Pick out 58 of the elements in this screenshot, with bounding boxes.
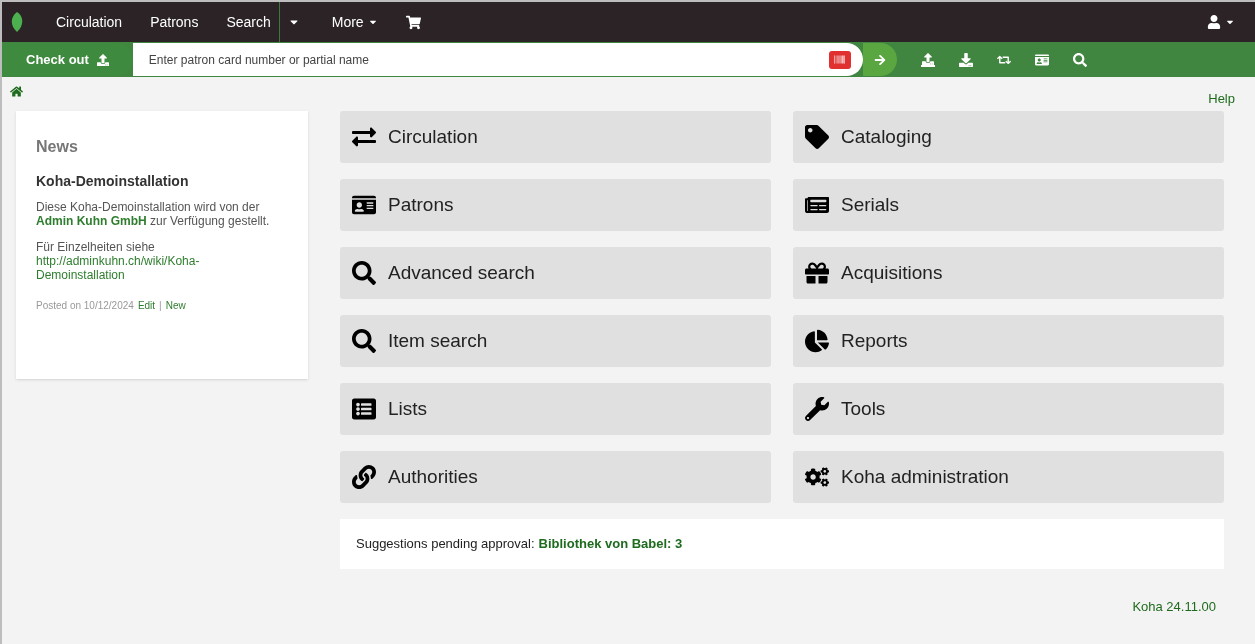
arrows-icon	[352, 125, 376, 149]
wrench-icon	[805, 397, 829, 421]
module-button[interactable]: Authorities	[340, 451, 771, 503]
edit-link[interactable]: Edit	[137, 298, 156, 313]
module-button[interactable]: Reports	[793, 315, 1224, 367]
new-link[interactable]: New	[165, 298, 186, 313]
home-icon[interactable]	[10, 85, 23, 98]
separator: |	[159, 299, 162, 313]
module-button[interactable]: Patrons	[340, 179, 771, 231]
nav-link[interactable]: Search	[226, 11, 271, 33]
gears-icon	[805, 465, 829, 489]
leaf-logo-icon[interactable]	[10, 12, 24, 32]
pending-link[interactable]: Bibliothek von Babel: 3	[538, 534, 683, 554]
link-icon	[352, 465, 376, 489]
user-icon	[1207, 15, 1221, 29]
pie-chart-icon	[805, 329, 829, 353]
arrow-icon	[873, 53, 886, 66]
cart-icon[interactable]	[405, 14, 421, 30]
news-text: zur Verfügung gestellt.	[149, 214, 270, 228]
news-heading: Koha-Demoinstallation	[36, 172, 190, 191]
check-out-button[interactable]: Check out	[2, 43, 133, 76]
id-card-icon	[352, 193, 376, 217]
search-icon[interactable]	[1072, 52, 1087, 67]
upload-icon	[96, 53, 109, 66]
module-button[interactable]: Advanced search	[340, 247, 771, 299]
nav-link[interactable]: Circulation	[56, 11, 123, 33]
id-card-icon[interactable]	[1034, 52, 1049, 67]
pending-label: Suggestions pending approval:	[356, 535, 535, 554]
barcode-icon[interactable]	[828, 50, 851, 69]
nav-link[interactable]: Patrons	[150, 11, 199, 33]
search-icon	[352, 329, 376, 353]
module-button[interactable]: Circulation	[340, 111, 771, 163]
module-button[interactable]: Lists	[340, 383, 771, 435]
module-button[interactable]: Acquisitions	[793, 247, 1224, 299]
module-button[interactable]: Serials	[793, 179, 1224, 231]
module-button[interactable]: Tools	[793, 383, 1224, 435]
list-icon	[352, 397, 376, 421]
posted-date: Posted on 10/12/2024	[36, 299, 134, 313]
patron-search-field[interactable]: Enter patron card number or partial name	[132, 43, 863, 76]
submit-button[interactable]	[862, 43, 897, 76]
more-menu[interactable]: More	[331, 11, 378, 33]
module-button[interactable]: Koha administration	[793, 451, 1224, 503]
details-text: Für Einzelheiten siehe	[36, 240, 156, 254]
upload-icon[interactable]	[920, 52, 935, 67]
news-title: News	[36, 137, 79, 157]
module-button[interactable]: Item search	[340, 315, 771, 367]
search-icon	[352, 261, 376, 285]
wiki-link[interactable]: http://adminkuhn.ch/wiki/Koha-Demoinstallation	[36, 254, 288, 282]
download-icon[interactable]	[958, 52, 973, 67]
company-link[interactable]: Admin Kuhn GmbH	[36, 214, 147, 228]
news-text: Diese Koha-Demoinstallation wird von der	[36, 200, 260, 214]
user-menu[interactable]	[1207, 15, 1235, 29]
help-link[interactable]: Help	[1208, 89, 1235, 111]
patron-search-input[interactable]: Enter patron card number or partial name	[148, 50, 829, 69]
tag-icon	[805, 125, 829, 149]
module-button[interactable]: Cataloging	[793, 111, 1224, 163]
version-text: Koha 24.11.00	[1132, 598, 1216, 616]
gift-icon	[805, 261, 829, 285]
